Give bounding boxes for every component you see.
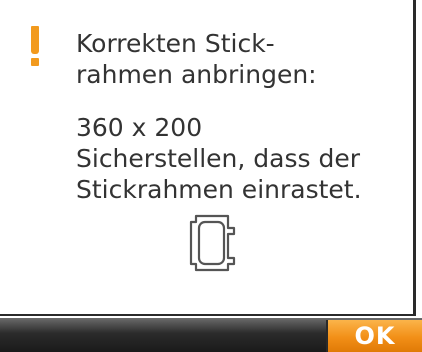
screen: Korrekten Stick- rahmen anbringen: 360 x… xyxy=(0,0,422,352)
warning-exclamation-bar xyxy=(31,26,39,54)
message-line-3: Stickrahmen einrastet. xyxy=(76,175,362,204)
ok-button[interactable]: OK xyxy=(326,320,422,352)
embroidery-hoop-icon xyxy=(189,214,236,272)
dialog-title: Korrekten Stick- rahmen anbringen: xyxy=(76,29,317,89)
message-line-2: Sicherstellen, dass der xyxy=(76,144,360,173)
hoop-size-text: 360 x 200 xyxy=(76,113,203,142)
warning-exclamation-icon xyxy=(28,26,42,74)
hoop-warning-dialog: Korrekten Stick- rahmen anbringen: 360 x… xyxy=(0,0,416,316)
dialog-message: 360 x 200 Sicherstellen, dass der Stickr… xyxy=(76,112,406,205)
warning-exclamation-dot xyxy=(31,58,39,66)
